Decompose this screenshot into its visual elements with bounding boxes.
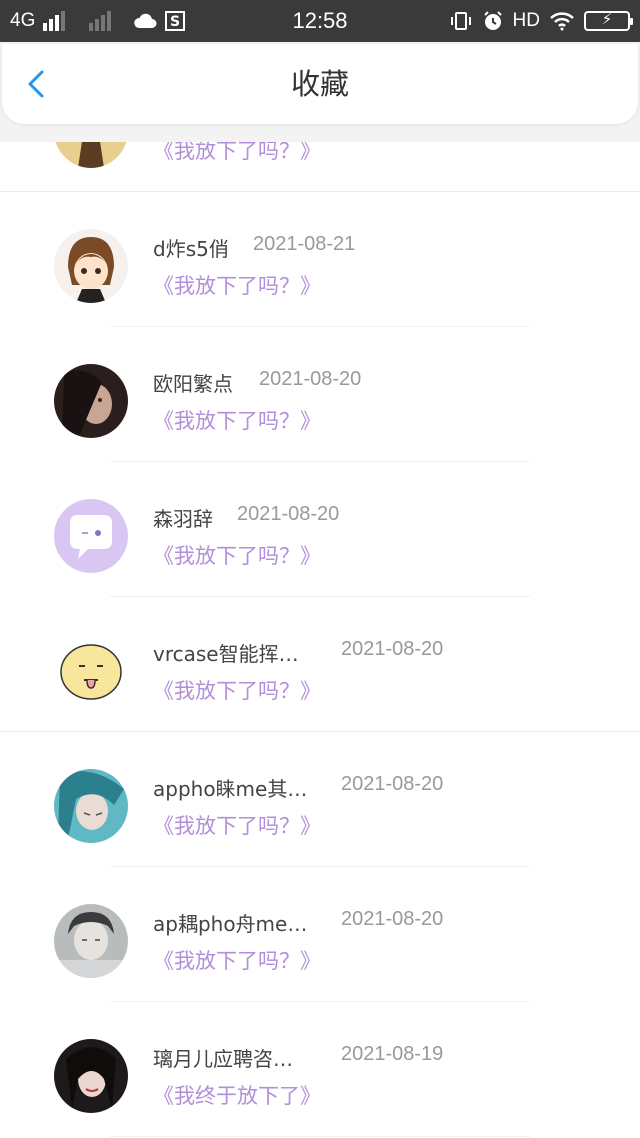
app-header: 收藏 — [2, 44, 638, 124]
list-item[interactable]: 璃月儿应聘咨… 2021-08-19 《我终于放下了》 — [0, 1002, 640, 1137]
item-snippet[interactable]: 《我放下了吗？》 — [153, 405, 321, 435]
list-item[interactable]: d炸s5俏 2021-08-21 《我放下了吗？》 — [0, 192, 640, 327]
item-date: 2021-08-20 — [341, 773, 444, 795]
list-item[interactable]: appho睐me其… 2021-08-20 《我放下了吗？》 — [0, 732, 640, 867]
list-item[interactable]: 欧阳繁点 2021-08-20 《我放下了吗？》 — [0, 327, 640, 462]
avatar[interactable] — [54, 769, 128, 843]
item-snippet[interactable]: 《我放下了吗？》 — [153, 540, 321, 570]
alarm-icon — [483, 11, 502, 30]
avatar[interactable] — [54, 1039, 128, 1113]
list-item[interactable]: 森羽辞 2021-08-20 《我放下了吗？》 — [0, 462, 640, 597]
avatar — [54, 142, 128, 168]
item-snippet[interactable]: 《我终于放下了》 — [153, 1080, 321, 1110]
list-item[interactable]: 《我放下了吗？》 — [0, 142, 640, 192]
item-date: 2021-08-20 — [341, 638, 444, 660]
item-name: ap耦pho舟me… — [153, 912, 308, 936]
divider — [110, 1136, 530, 1137]
item-snippet[interactable]: 《我放下了吗？》 — [153, 270, 321, 300]
item-snippet[interactable]: 《我放下了吗？》 — [153, 675, 321, 705]
item-name: appho睐me其… — [153, 777, 308, 801]
avatar[interactable] — [54, 499, 128, 573]
item-name: 森羽辞 — [153, 507, 213, 531]
status-bar: 4G S 12:58 HD ⚡ — [0, 0, 640, 42]
hd-label: HD — [512, 10, 540, 31]
avatar[interactable] — [54, 904, 128, 978]
item-snippet[interactable]: 《我放下了吗？》 — [153, 142, 321, 165]
wifi-icon — [550, 12, 574, 31]
item-name: vrcase智能挥… — [153, 642, 299, 666]
item-date: 2021-08-20 — [259, 368, 362, 390]
item-name: 欧阳繁点 — [153, 372, 233, 396]
item-date: 2021-08-21 — [253, 233, 356, 255]
item-name: 璃月儿应聘咨… — [153, 1047, 293, 1071]
item-snippet[interactable]: 《我放下了吗？》 — [153, 945, 321, 975]
item-name: d炸s5俏 — [153, 237, 229, 261]
page-title: 收藏 — [290, 67, 349, 101]
item-date: 2021-08-20 — [341, 908, 444, 930]
item-date: 2021-08-19 — [341, 1043, 444, 1065]
list-item[interactable]: ap耦pho舟me… 2021-08-20 《我放下了吗？》 — [0, 867, 640, 1002]
battery-icon: ⚡ — [584, 10, 633, 31]
item-date: 2021-08-20 — [237, 503, 340, 525]
list-item[interactable]: vrcase智能挥… 2021-08-20 《我放下了吗？》 — [0, 597, 640, 732]
avatar[interactable] — [54, 229, 128, 303]
favorites-list: 《我放下了吗？》 d炸s5俏 2021-08-21 《我放下了吗？》 欧阳繁点 … — [0, 142, 640, 1138]
vibrate-icon — [450, 12, 471, 30]
avatar[interactable] — [54, 634, 128, 708]
avatar[interactable] — [54, 364, 128, 438]
item-snippet[interactable]: 《我放下了吗？》 — [153, 810, 321, 840]
header-area: 收藏 — [0, 42, 640, 142]
